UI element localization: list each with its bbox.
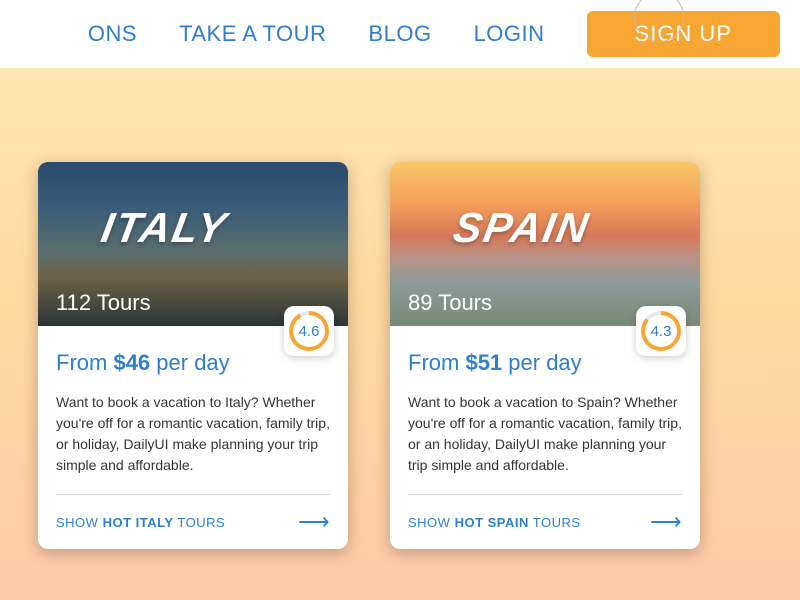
arrow-right-icon: ⟶ [650,509,682,535]
card-italy[interactable]: ITALY 112 Tours 4.6 From $46 per day Wan… [38,162,348,549]
divider [408,494,682,495]
rating-badge: 4.3 [636,306,686,356]
link-prefix: SHOW [56,515,103,530]
link-suffix: TOURS [529,515,581,530]
link-suffix: TOURS [174,515,226,530]
tours-number: 89 [408,290,432,315]
destination-title: ITALY [98,204,232,252]
link-text: SHOW HOT ITALY TOURS [56,515,225,530]
price-prefix: From [408,350,465,375]
card-spain[interactable]: SPAIN 89 Tours 4.3 From $51 per day Want… [390,162,700,549]
card-body: From $51 per day Want to book a vacation… [390,326,700,549]
tours-count: 89 Tours [408,290,492,316]
top-nav: ONS TAKE A TOUR BLOG LOGIN SIGN UP [0,0,800,68]
rating-badge: 4.6 [284,306,334,356]
tours-number: 112 [56,290,91,315]
tours-count: 112 Tours [56,290,151,316]
show-tours-link[interactable]: SHOW HOT ITALY TOURS ⟶ [56,509,330,535]
divider [56,494,330,495]
nav-item-login[interactable]: LOGIN [474,21,545,47]
price-suffix: per day [150,350,230,375]
tours-label: Tours [97,290,151,315]
price-amount: $51 [465,350,502,375]
rating-circle-icon: 4.3 [641,311,681,351]
tours-label: Tours [438,290,492,315]
rating-circle-icon: 4.6 [289,311,329,351]
card-description: Want to book a vacation to Spain? Whethe… [408,392,682,476]
link-prefix: SHOW [408,515,455,530]
rating-value: 4.6 [293,315,325,347]
link-text: SHOW HOT SPAIN TOURS [408,515,581,530]
rating-value: 4.3 [645,315,677,347]
show-tours-link[interactable]: SHOW HOT SPAIN TOURS ⟶ [408,509,682,535]
link-hot: HOT ITALY [103,515,174,530]
price-suffix: per day [502,350,582,375]
price-amount: $46 [113,350,150,375]
cards-container: ITALY 112 Tours 4.6 From $46 per day Wan… [0,68,800,549]
card-description: Want to book a vacation to Italy? Whethe… [56,392,330,476]
destination-title: SPAIN [450,204,594,252]
link-hot: HOT SPAIN [455,515,529,530]
card-body: From $46 per day Want to book a vacation… [38,326,348,549]
nav-item-blog[interactable]: BLOG [368,21,431,47]
card-image-spain: SPAIN 89 Tours [390,162,700,326]
nav-item-0[interactable]: ONS [88,21,137,47]
price-prefix: From [56,350,113,375]
arrow-right-icon: ⟶ [298,509,330,535]
nav-item-take-a-tour[interactable]: TAKE A TOUR [179,21,326,47]
signup-button[interactable]: SIGN UP [587,11,780,57]
card-image-italy: ITALY 112 Tours [38,162,348,326]
